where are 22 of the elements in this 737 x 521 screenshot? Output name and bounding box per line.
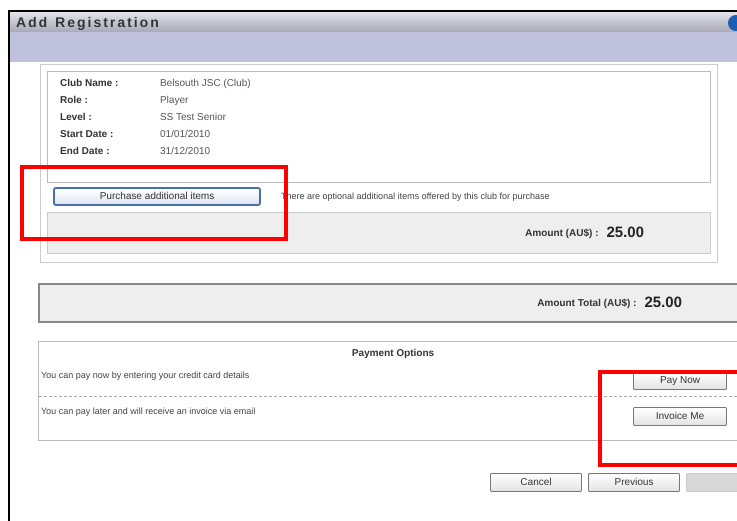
payment-button[interactable]: Invoice Me [633,407,727,426]
payment-option-text: You can pay later and will receive an invoice via email [41,405,256,418]
detail-label: End Date : [60,145,110,159]
amount-label: Amount (AU$) : [525,226,598,240]
detail-label: Start Date : [60,128,114,142]
detail-value: SS Test Senior [160,111,226,125]
nav-button[interactable]: Previous [588,473,680,492]
detail-label: Club Name : [60,77,120,91]
purchase-items-button[interactable]: Purchase additional items [53,187,261,206]
total-value: 25.00 [644,292,682,313]
detail-value: 01/01/2010 [160,128,210,142]
detail-value: 31/12/2010 [160,145,210,159]
window-title: Add Registration [16,12,161,32]
total-label: Amount Total (AU$) : [537,296,636,310]
amount-value: 25.00 [606,222,644,243]
nav-button[interactable]: Cancel [490,473,582,492]
detail-label: Level : [60,111,93,125]
payment-title: Payment Options [352,347,434,361]
detail-label: Role : [60,94,89,108]
payment-option-text: You can pay now by entering your credit card details [41,369,250,382]
detail-value: Player [160,94,188,108]
detail-value: Belsouth JSC (Club) [160,77,251,91]
